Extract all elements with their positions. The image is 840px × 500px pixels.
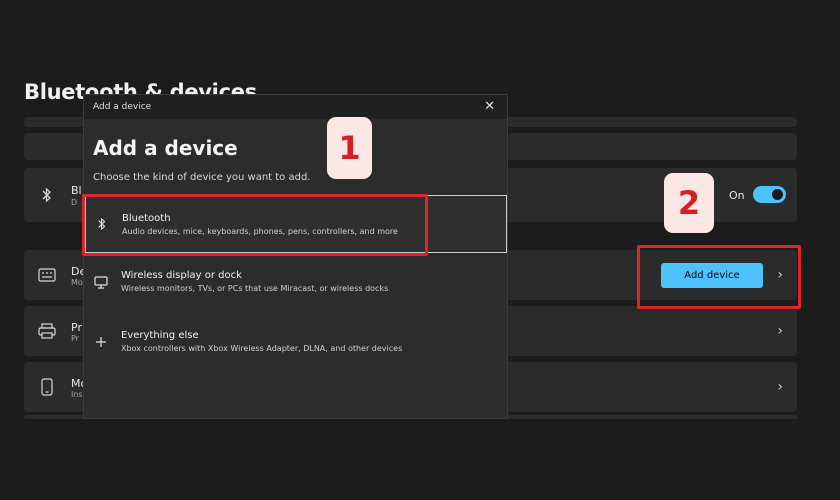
printers-row-subtitle: Pr [71, 334, 79, 343]
option-subtitle: Xbox controllers with Xbox Wireless Adap… [121, 344, 403, 353]
highlight-bluetooth-option [82, 194, 428, 256]
bluetooth-icon [38, 186, 56, 204]
printer-icon [38, 322, 56, 340]
chevron-right-icon[interactable]: › [777, 323, 783, 339]
bluetooth-toggle[interactable] [753, 186, 786, 203]
option-wireless-display[interactable]: Wireless display or dock Wireless monito… [85, 253, 507, 311]
step-badge-2: 2 [664, 173, 714, 233]
step-badge-1: 1 [327, 117, 372, 179]
mobile-row-subtitle: Ins [71, 390, 83, 399]
monitor-icon [93, 274, 109, 290]
add-device-dialog: Add a device ✕ Add a device Choose the k… [83, 94, 508, 419]
keyboard-icon [38, 266, 56, 284]
dialog-titlebar: Add a device ✕ [84, 95, 507, 119]
dialog-heading: Add a device [93, 136, 238, 160]
bluetooth-row-title: Bl [71, 184, 82, 197]
option-title: Everything else [121, 330, 199, 341]
phone-icon [38, 378, 56, 396]
option-everything-else[interactable]: Everything else Xbox controllers with Xb… [85, 313, 507, 371]
dialog-window-title: Add a device [93, 102, 152, 112]
bluetooth-row-subtitle: D [71, 198, 78, 207]
devices-row-subtitle: Mo [71, 278, 83, 287]
toggle-knob [772, 189, 783, 200]
option-title: Wireless display or dock [121, 270, 242, 281]
chevron-right-icon[interactable]: › [777, 379, 783, 395]
bluetooth-toggle-label: On [729, 189, 745, 202]
plus-icon [93, 334, 109, 350]
highlight-add-device [637, 245, 801, 309]
option-subtitle: Wireless monitors, TVs, or PCs that use … [121, 284, 389, 293]
dialog-description: Choose the kind of device you want to ad… [93, 172, 311, 183]
close-icon[interactable]: ✕ [484, 99, 495, 114]
